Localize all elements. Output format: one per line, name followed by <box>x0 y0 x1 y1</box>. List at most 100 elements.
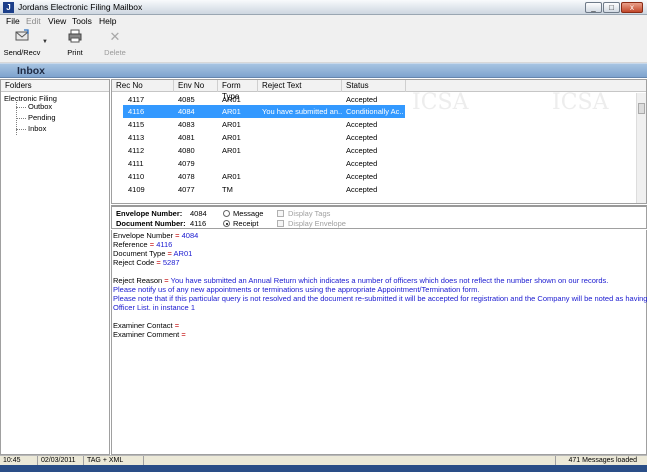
menu-edit[interactable]: Edit <box>26 16 41 26</box>
document-number-label: Document Number: <box>116 219 186 228</box>
scrollbar-thumb[interactable] <box>638 103 645 114</box>
table-row[interactable]: 4112 4080 AR01 Accepted <box>112 144 638 157</box>
table-row[interactable]: 4109 4077 TM Accepted <box>112 183 638 196</box>
send-recv-button[interactable]: Send/Recv <box>3 29 41 61</box>
title-bar: J Jordans Electronic Filing Mailbox _ □ … <box>0 0 647 15</box>
folder-inbox[interactable]: Inbox <box>28 124 46 133</box>
receipt-reject-code: Reject Code = 5287 <box>113 258 180 267</box>
receipt-body: Envelope Number = 4084 Reference = 4116 … <box>111 230 647 455</box>
folders-pane: Folders Electronic Filing Outbox Pending… <box>0 79 110 455</box>
envelope-number-label: Envelope Number: <box>116 209 183 218</box>
cell-rec-no: 4116 <box>128 107 145 116</box>
menu-file[interactable]: File <box>6 16 20 26</box>
menu-tools[interactable]: Tools <box>72 16 92 26</box>
receipt-reject-line: Please note that if this particular quer… <box>113 294 647 303</box>
print-label: Print <box>67 48 83 57</box>
cell-env-no: 4085 <box>178 95 195 104</box>
receipt-radio-label: Receipt <box>233 219 259 228</box>
message-radio[interactable] <box>223 210 230 217</box>
cell-status: Accepted <box>346 159 378 168</box>
display-envelope-checkbox[interactable] <box>277 220 284 227</box>
table-row[interactable]: 4110 4078 AR01 Accepted <box>112 170 638 183</box>
toolbar: Send/Recv ▼ Print ✕ Delete <box>0 27 647 63</box>
receipt-reject-line: Please notify us of any new appointments… <box>113 285 480 294</box>
tree-connector <box>16 107 26 108</box>
receipt-radio[interactable] <box>223 220 230 227</box>
delete-x-icon: ✕ <box>109 29 121 44</box>
cell-env-no: 4083 <box>178 120 195 129</box>
send-recv-label: Send/Recv <box>3 48 41 57</box>
folder-pending[interactable]: Pending <box>28 113 56 122</box>
cell-status: Accepted <box>346 133 378 142</box>
cell-rec-no: 4117 <box>128 95 145 104</box>
table-row[interactable]: 4111 4079 Accepted <box>112 157 638 170</box>
cell-env-no: 4078 <box>178 172 195 181</box>
cell-status: Accepted <box>346 120 378 129</box>
cell-rec-no: 4109 <box>128 185 145 194</box>
column-status[interactable]: Status <box>342 80 406 92</box>
cell-status: Accepted <box>346 146 378 155</box>
cell-env-no: 4080 <box>178 146 195 155</box>
receipt-document-type: Document Type = AR01 <box>113 249 193 258</box>
taskbar-strip <box>0 465 647 472</box>
list-scrollbar[interactable] <box>636 93 646 203</box>
menu-bar: File Edit View Tools Help <box>0 15 647 27</box>
folders-header: Folders <box>1 80 109 92</box>
send-receive-icon <box>3 29 41 45</box>
column-env-no[interactable]: Env No <box>174 80 218 92</box>
send-recv-dropdown-icon[interactable]: ▼ <box>42 39 48 45</box>
tree-connector <box>16 129 26 130</box>
table-row-selected[interactable]: 4116 4084 AR01 You have submitted an... … <box>112 105 638 118</box>
close-button[interactable]: x <box>621 2 643 13</box>
column-rec-no[interactable]: Rec No <box>112 80 174 92</box>
cell-rec-no: 4113 <box>128 133 145 142</box>
details-header: Envelope Number: 4084 Document Number: 4… <box>111 205 647 229</box>
tree-connector <box>16 118 26 119</box>
window-title: Jordans Electronic Filing Mailbox <box>18 2 143 12</box>
cell-form-type: AR01 <box>222 172 241 181</box>
cell-reject-text: You have submitted an... <box>262 107 342 116</box>
status-bar: 10:45 02/03/2011 TAG + XML 471 Messages … <box>0 455 647 466</box>
cell-env-no: 4077 <box>178 185 195 194</box>
document-number-value: 4116 <box>190 219 207 228</box>
delete-button[interactable]: ✕ Delete <box>101 29 129 61</box>
display-envelope-label: Display Envelope <box>288 219 346 228</box>
cell-rec-no: 4111 <box>128 159 144 168</box>
receipt-examiner-comment: Examiner Comment = <box>113 330 186 339</box>
printer-icon <box>62 29 88 45</box>
message-list: Rec No Env No Form Type Reject Text Stat… <box>111 79 647 204</box>
cell-status: Accepted <box>346 172 378 181</box>
maximize-button[interactable]: □ <box>603 2 620 13</box>
cell-env-no: 4084 <box>178 107 195 116</box>
folder-outbox[interactable]: Outbox <box>28 102 52 111</box>
cell-form-type: AR01 <box>222 133 241 142</box>
message-radio-label: Message <box>233 209 264 218</box>
column-reject-text[interactable]: Reject Text <box>258 80 342 92</box>
cell-rec-no: 4112 <box>128 146 145 155</box>
cell-form-type: AR01 <box>222 146 241 155</box>
receipt-reject-line: Officer List. in instance 1 <box>113 303 195 312</box>
app-icon: J <box>3 2 14 13</box>
delete-label: Delete <box>104 48 126 57</box>
page-title: Inbox <box>17 65 45 77</box>
receipt-reference: Reference = 4116 <box>113 240 173 249</box>
cell-env-no: 4081 <box>178 133 195 142</box>
display-tags-label: Display Tags <box>288 209 331 218</box>
cell-rec-no: 4115 <box>128 120 145 129</box>
cell-form-type: AR01 <box>222 95 241 104</box>
cell-status: Accepted <box>346 95 378 104</box>
column-form-type[interactable]: Form Type <box>218 80 258 101</box>
print-button[interactable]: Print <box>62 29 88 61</box>
table-row[interactable]: 4113 4081 AR01 Accepted <box>112 131 638 144</box>
menu-help[interactable]: Help <box>99 16 116 26</box>
cell-status: Accepted <box>346 185 378 194</box>
table-row[interactable]: 4115 4083 AR01 Accepted <box>112 118 638 131</box>
menu-view[interactable]: View <box>48 16 66 26</box>
cell-form-type: AR01 <box>222 120 241 129</box>
inbox-header: Inbox <box>0 63 647 78</box>
receipt-envelope-number: Envelope Number = 4084 <box>113 231 199 240</box>
display-tags-checkbox[interactable] <box>277 210 284 217</box>
minimize-button[interactable]: _ <box>585 2 602 13</box>
receipt-reject-reason: Reject Reason = You have submitted an An… <box>113 276 609 285</box>
cell-rec-no: 4110 <box>128 172 145 181</box>
